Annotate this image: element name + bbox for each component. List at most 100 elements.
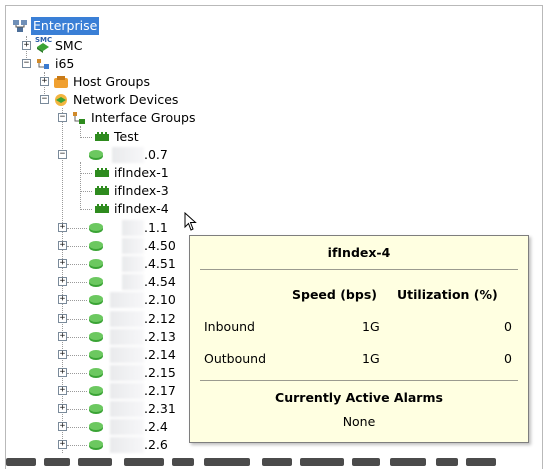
interface-icon xyxy=(95,186,109,195)
tree-label: ifIndex-3 xyxy=(114,183,169,198)
tree-line xyxy=(67,264,87,266)
expand-icon[interactable]: + xyxy=(58,259,67,269)
utilization-header: Utilization (%) xyxy=(397,287,498,302)
tree-line xyxy=(67,354,87,356)
tree-line xyxy=(67,336,87,338)
divider xyxy=(200,380,518,381)
router-icon xyxy=(89,385,103,396)
tree-line xyxy=(80,173,92,174)
tree-label: .2.13 xyxy=(144,328,176,344)
collapse-icon[interactable]: − xyxy=(22,59,31,68)
expand-icon[interactable]: + xyxy=(58,295,67,305)
tree-label: .2.17 xyxy=(144,382,176,398)
router-icon xyxy=(89,295,103,306)
tree-line xyxy=(80,137,92,138)
tree-line xyxy=(67,318,87,320)
redacted-address xyxy=(112,147,144,163)
tree-label: ifIndex-1 xyxy=(114,165,169,180)
clipped-row-strip xyxy=(0,456,544,468)
collapse-icon[interactable]: − xyxy=(58,113,67,122)
tree-label: .1.1 xyxy=(144,220,168,235)
alarms-title: Currently Active Alarms xyxy=(275,390,443,405)
expand-icon[interactable]: + xyxy=(58,367,67,377)
redacted-address xyxy=(110,328,144,345)
interface-tooltip: ifIndex-4 Speed (bps) Utilization (%) In… xyxy=(189,235,529,443)
alarms-value: None xyxy=(342,414,376,429)
tree-label: .2.10 xyxy=(144,292,176,308)
smc-badge: SMC xyxy=(35,36,53,44)
divider xyxy=(200,269,518,270)
expand-icon[interactable]: + xyxy=(58,241,67,251)
tree-line xyxy=(67,228,87,229)
redacted-address xyxy=(110,346,144,363)
router-icon xyxy=(89,404,103,414)
tree-label: .4.50 xyxy=(144,238,176,254)
router-icon xyxy=(89,422,103,433)
expand-icon[interactable]: + xyxy=(58,385,67,395)
redacted-address xyxy=(110,437,144,454)
expand-icon[interactable]: + xyxy=(58,422,67,432)
tree-line xyxy=(67,246,87,248)
expand-icon[interactable]: + xyxy=(58,440,67,450)
tree-label: .2.15 xyxy=(144,364,176,380)
router-icon xyxy=(89,349,103,360)
interface-icon xyxy=(95,168,109,177)
tree-line xyxy=(67,427,87,429)
expand-icon[interactable]: + xyxy=(58,331,67,341)
router-icon xyxy=(89,313,103,324)
tree-label: .2.31 xyxy=(144,401,176,416)
expand-icon[interactable]: + xyxy=(58,404,67,413)
tree-label: .2.14 xyxy=(144,346,176,362)
interface-icon xyxy=(95,204,109,213)
redacted-address xyxy=(122,274,144,291)
redacted-address xyxy=(122,220,144,236)
tree-label: .4.54 xyxy=(144,274,176,290)
redacted-address xyxy=(110,419,144,436)
tree-line xyxy=(80,209,92,210)
interface-icon xyxy=(95,132,109,141)
outbound-utilization: 0 xyxy=(504,351,512,366)
router-icon xyxy=(89,367,103,378)
inbound-utilization: 0 xyxy=(504,319,512,334)
tree-label: SMC xyxy=(55,38,83,53)
tree-line xyxy=(80,162,81,210)
network-devices-icon xyxy=(55,94,67,106)
host-group-icon xyxy=(54,76,68,88)
redacted-address xyxy=(122,238,144,255)
tree-line xyxy=(67,372,87,374)
outbound-speed: 1G xyxy=(362,351,380,366)
outbound-label: Outbound xyxy=(204,351,267,366)
collapse-icon[interactable]: − xyxy=(40,95,49,104)
expand-icon[interactable]: + xyxy=(40,77,49,86)
redacted-address xyxy=(110,382,144,399)
tree-line xyxy=(67,445,87,447)
inbound-speed: 1G xyxy=(362,319,380,334)
tree-line xyxy=(80,191,92,192)
tree-line xyxy=(67,390,87,392)
router-icon xyxy=(89,277,103,288)
tree-label: Interface Groups xyxy=(91,110,196,125)
tree-line xyxy=(67,282,87,284)
inbound-label: Inbound xyxy=(204,319,255,334)
expand-icon[interactable]: + xyxy=(22,41,31,50)
router-icon xyxy=(89,440,103,451)
expand-icon[interactable]: + xyxy=(58,349,67,359)
tree-label: .2.12 xyxy=(144,310,176,326)
tree-line xyxy=(67,409,87,410)
redacted-address xyxy=(110,292,144,309)
tree-label: i65 xyxy=(55,56,75,71)
tree-label: ifIndex-4 xyxy=(114,201,169,216)
redacted-address xyxy=(122,256,144,273)
redacted-address xyxy=(110,310,144,327)
mouse-cursor-icon xyxy=(184,212,197,231)
collapse-icon[interactable]: − xyxy=(58,150,67,159)
tree-label: .0.7 xyxy=(144,147,168,162)
router-icon xyxy=(89,241,103,252)
expand-icon[interactable]: + xyxy=(58,277,67,287)
tooltip-title: ifIndex-4 xyxy=(327,245,391,260)
redacted-address xyxy=(110,364,144,381)
enterprise-icon xyxy=(13,20,27,32)
speed-header: Speed (bps) xyxy=(292,287,377,302)
expand-icon[interactable]: + xyxy=(58,223,67,232)
expand-icon[interactable]: + xyxy=(58,313,67,323)
